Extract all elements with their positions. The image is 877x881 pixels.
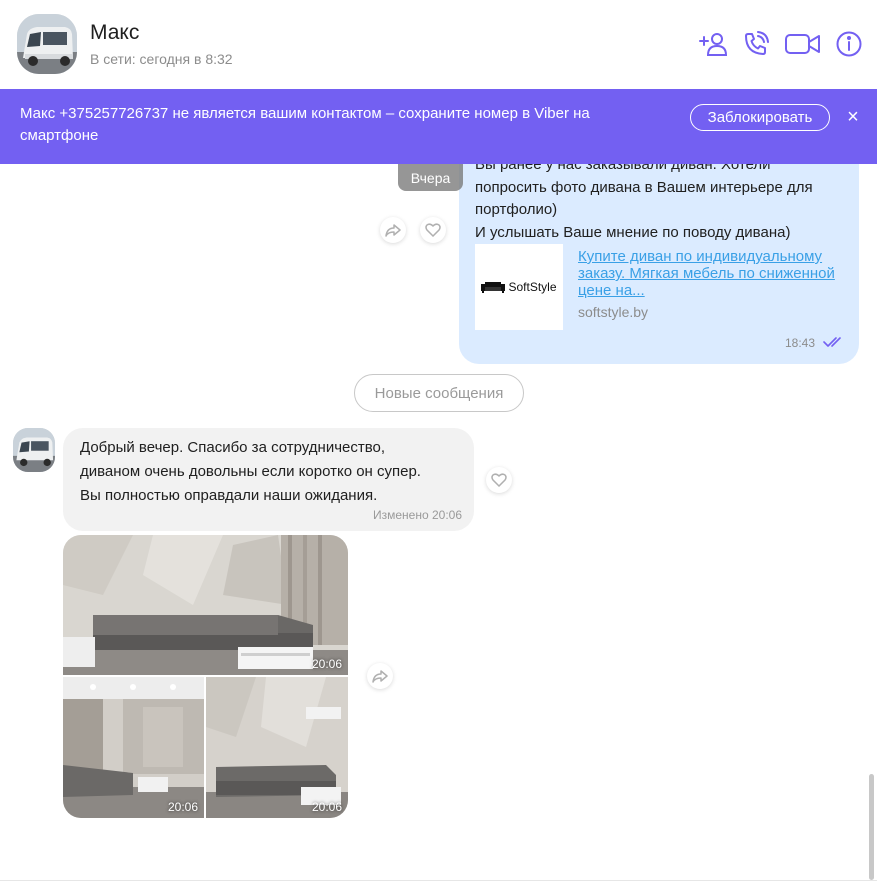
sender-avatar[interactable]: [13, 428, 55, 472]
photo-time: 20:06: [311, 800, 342, 814]
photo-time: 20:06: [311, 657, 342, 671]
outgoing-message-text: Вы ранее у нас заказывали диван. Хотели …: [475, 164, 813, 241]
add-contact-icon[interactable]: [697, 28, 729, 60]
link-preview-title[interactable]: Купите диван по индивидуальному заказу. …: [578, 248, 843, 299]
contact-avatar[interactable]: [17, 14, 77, 74]
block-button[interactable]: Заблокировать: [690, 104, 830, 131]
video-call-icon[interactable]: [785, 28, 821, 60]
softstyle-logo: SoftStyle: [481, 280, 557, 294]
message-time: Изменено 20:06: [372, 508, 462, 522]
close-icon[interactable]: ×: [843, 107, 863, 127]
message-list[interactable]: Вчера Вы ранее у нас заказывали диван. Х…: [0, 164, 877, 881]
incoming-message[interactable]: Добрый вечер. Спасибо за сотрудничество,…: [63, 428, 474, 531]
outgoing-message[interactable]: Вы ранее у нас заказывали диван. Хотели …: [459, 164, 859, 364]
heart-icon: [491, 473, 507, 487]
sofa-photo[interactable]: 20:06: [63, 535, 348, 675]
banner-text: Макс +375257726737 не является вашим кон…: [20, 105, 590, 144]
unknown-contact-banner: Макс +375257726737 не является вашим кон…: [0, 89, 877, 164]
heart-icon: [425, 223, 441, 237]
info-icon[interactable]: [833, 28, 865, 60]
read-checkmarks-icon: [823, 337, 841, 347]
sofa-photo[interactable]: 20:06: [63, 677, 204, 818]
photo-album[interactable]: 20:06 20:06 20:06: [63, 535, 348, 818]
link-preview-domain: softstyle.by: [578, 304, 649, 320]
photo-time: 20:06: [167, 800, 198, 814]
sofa-photo[interactable]: 20:06: [206, 677, 348, 818]
forward-icon: [385, 224, 401, 237]
contact-name[interactable]: Макс: [90, 21, 139, 45]
incoming-message-text: Добрый вечер. Спасибо за сотрудничество,…: [80, 439, 421, 504]
logo-text: SoftStyle: [508, 280, 557, 294]
like-button[interactable]: [420, 217, 446, 243]
scrollbar[interactable]: [869, 774, 874, 880]
forward-button[interactable]: [380, 217, 406, 243]
message-time: 18:43: [785, 336, 816, 350]
new-messages-divider: Новые сообщения: [354, 374, 524, 412]
voice-call-icon[interactable]: [740, 28, 772, 60]
chat-header: Макс В сети: сегодня в 8:32: [0, 0, 877, 89]
like-button[interactable]: [486, 467, 512, 493]
forward-button[interactable]: [367, 663, 393, 689]
date-separator: Вчера: [398, 164, 463, 191]
forward-icon: [372, 670, 388, 683]
link-preview-thumbnail[interactable]: SoftStyle: [475, 244, 563, 330]
contact-status: В сети: сегодня в 8:32: [90, 51, 233, 67]
viber-chat-window: Макс В сети: сегодня в 8:32 Макс +375257…: [0, 0, 877, 881]
